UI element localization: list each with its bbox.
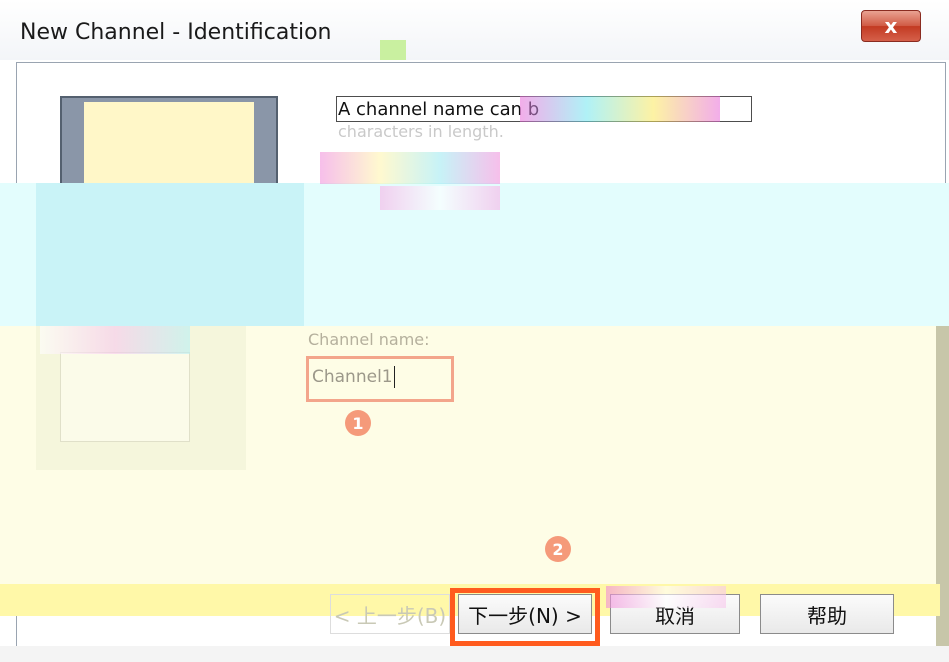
window-title: New Channel - Identification xyxy=(20,20,332,45)
close-button[interactable]: x xyxy=(861,10,921,42)
decorative-artifact xyxy=(606,586,726,608)
illustration-device xyxy=(60,352,190,442)
step-marker-2: 2 xyxy=(545,536,571,562)
illustration-panel xyxy=(36,183,304,326)
description-line-2: characters in length. xyxy=(338,122,504,141)
channel-name-label: Channel name: xyxy=(308,330,430,349)
decorative-artifact xyxy=(520,96,720,122)
decorative-artifact xyxy=(320,152,500,184)
text-caret xyxy=(393,366,395,388)
close-icon: x xyxy=(884,14,898,38)
bottom-strip xyxy=(0,646,949,662)
description-line-1: A channel name can b xyxy=(338,99,540,120)
title-bar: New Channel - Identification x xyxy=(0,0,949,60)
decorative-artifact xyxy=(380,40,406,60)
channel-name-value: Channel1 xyxy=(312,366,395,388)
decorative-artifact xyxy=(40,326,190,354)
next-button-highlight xyxy=(450,588,600,646)
step-marker-1: 1 xyxy=(345,410,371,436)
decorative-artifact xyxy=(380,186,500,210)
dialog-window: New Channel - Identification x A channel… xyxy=(0,0,949,662)
back-button[interactable]: < 上一步(B) xyxy=(330,594,450,634)
illustration-screen xyxy=(84,102,254,184)
help-button[interactable]: 帮助 xyxy=(760,594,894,634)
